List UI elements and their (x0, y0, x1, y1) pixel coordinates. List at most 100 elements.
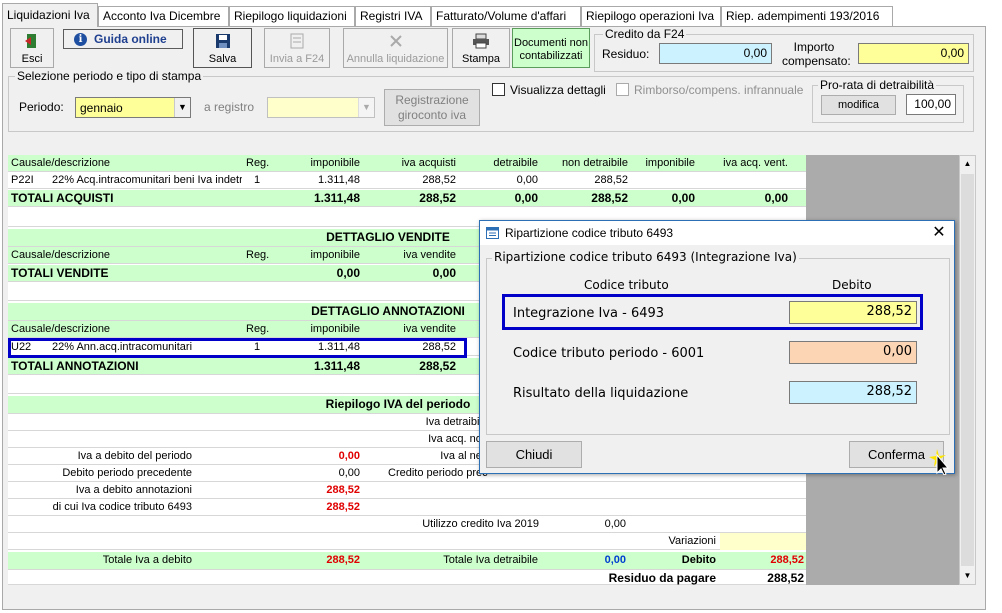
totali-acq-vent: 0,00 (764, 191, 788, 205)
tab-registri-iva[interactable]: Registri IVA (355, 6, 431, 27)
col-codice-tributo: Codice tributo (584, 278, 669, 292)
tab-acconto-iva[interactable]: Acconto Iva Dicembre (98, 6, 229, 27)
riep-iva-debito-value: 0,00 (338, 450, 360, 462)
annulla-label: Annulla liquidazione (346, 53, 445, 65)
row-periodo-label: Codice tributo periodo - 6001 (513, 346, 705, 361)
totali-acquisti-label: TOTALI ACQUISTI (11, 191, 114, 205)
prorata-field[interactable]: 100,00 (906, 94, 956, 115)
periodo-value: gennaio (80, 101, 123, 115)
totale-debito-value: 288,52 (326, 554, 360, 566)
riep-row: Variazioni (8, 533, 806, 550)
documenti-line2: contabilizzati (519, 50, 583, 62)
riep-iva-annot-label: Iva a debito annotazioni (75, 484, 192, 496)
modifica-button[interactable]: modifica (821, 95, 896, 115)
importo-compensato-field[interactable]: 0,00 (858, 43, 969, 64)
acq-desc: 22% Acq.intracomunitari beni Iva indetr. (52, 174, 242, 186)
scroll-down-arrow-icon[interactable]: ▼ (960, 568, 975, 584)
residuo-field[interactable]: 0,00 (659, 43, 772, 64)
riep-utilizzo-value: 0,00 (604, 518, 626, 530)
riep-debito-prec-value: 0,00 (338, 467, 360, 479)
acq-reg: 1 (254, 174, 261, 186)
salva-label: Salva (208, 53, 237, 65)
riep-credito-prec: Credito periodo precedente (388, 467, 488, 479)
risultato-debito-field[interactable]: 288,52 (789, 381, 917, 404)
acq-detraibile: 0,00 (516, 174, 538, 186)
col-imponibile: imponibile (310, 157, 360, 169)
grid-vertical-scrollbar[interactable]: ▲ ▼ (959, 155, 976, 585)
registro-label: a registro (204, 100, 255, 114)
col-imponibile-2: imponibile (645, 157, 695, 169)
salva-button[interactable]: Salva (193, 28, 252, 68)
esci-label: Esci (21, 53, 43, 65)
col-iva-acq-vent: iva acq. vent. (723, 157, 788, 169)
col-debito: Debito (832, 278, 872, 292)
col-iva-vendite: iva vendite (403, 323, 456, 335)
totale-detraibile-value: 0,00 (604, 554, 626, 566)
cancel-x-icon (389, 35, 402, 47)
riep-row: Utilizzo credito Iva 2019 0,00 (8, 516, 806, 533)
visualizza-dettagli-label: Visualizza dettagli (510, 83, 606, 97)
floppy-disk-icon (215, 34, 230, 48)
totale-detraibile-label: Totale Iva detraibile (443, 554, 538, 566)
totali-acquisti-row: TOTALI ACQUISTI 1.311,48 288,52 0,00 288… (8, 190, 806, 207)
grid-header-acquisti: Causale/descrizione Reg. imponibile iva … (8, 155, 806, 172)
printer-icon (473, 33, 489, 49)
chevron-down-icon[interactable]: ▼ (174, 98, 190, 117)
close-icon[interactable]: ✕ (924, 221, 954, 245)
dialog-title-bar: Ripartizione codice tributo 6493 ✕ (480, 221, 954, 245)
totali-acq-iva: 288,52 (419, 191, 456, 205)
stampa-button[interactable]: Stampa (452, 28, 510, 68)
col-causale: Causale/descrizione (11, 249, 111, 261)
exit-door-icon (25, 34, 36, 48)
col-causale: Causale/descrizione (11, 323, 111, 335)
documenti-non-contabilizzati-button[interactable]: Documenti non contabilizzati (512, 28, 590, 68)
visualizza-dettagli-checkbox[interactable] (492, 83, 505, 96)
tab-fatturato[interactable]: Fatturato/Volume d'affari (431, 6, 581, 27)
dialog-title: Ripartizione codice tributo 6493 (505, 226, 674, 240)
stampa-label: Stampa (462, 53, 500, 65)
riep-iva-al-netto: Iva al nett (440, 450, 488, 462)
giroconto-line2: giroconto iva (397, 108, 467, 122)
chevron-down-icon[interactable]: ▼ (358, 98, 374, 117)
periodo-label: Periodo: (19, 100, 64, 114)
invia-f24-button[interactable]: Invia a F24 (264, 28, 330, 68)
table-row-acquisto[interactable]: P22I 22% Acq.intracomunitari beni Iva in… (8, 172, 806, 189)
ripartizione-dialog: Ripartizione codice tributo 6493 ✕ Ripar… (479, 220, 955, 475)
scroll-thumb[interactable] (961, 174, 974, 566)
totali-acq-detraibile: 0,00 (514, 191, 538, 205)
tab-riepilogo-liquidazioni[interactable]: Riepilogo liquidazioni (229, 6, 355, 27)
debito-value: 288,52 (770, 554, 804, 566)
tab-liquidazioni-iva[interactable]: Liquidazioni Iva (2, 3, 98, 27)
row-risultato-label: Risultato della liquidazione (513, 386, 689, 401)
riep-row: di cui Iva codice tributo 6493 288,52 (8, 499, 806, 516)
totali-annotazioni-label: TOTALI ANNOTAZIONI (11, 359, 139, 373)
rimborso-checkbox[interactable] (616, 83, 629, 96)
dialog-group-title: Ripartizione codice tributo 6493 (Integr… (492, 250, 799, 264)
totali-vendite-label: TOTALI VENDITE (11, 266, 109, 280)
residuo-label: Residuo: (602, 47, 650, 61)
scroll-up-arrow-icon[interactable]: ▲ (960, 156, 975, 172)
variazioni-field[interactable] (720, 533, 806, 550)
tab-riep-adempimenti[interactable]: Riep. adempimenti 193/2016 (721, 6, 893, 27)
riep-row: Iva a debito annotazioni 288,52 (8, 482, 806, 499)
annulla-liquidazione-button[interactable]: Annulla liquidazione (343, 28, 448, 68)
totali-ann-iva: 288,52 (419, 359, 456, 373)
integrazione-debito-field[interactable]: 288,52 (789, 301, 917, 324)
totali-acq-imponibile: 1.311,48 (313, 191, 360, 205)
col-imponibile: imponibile (310, 249, 360, 261)
chiudi-button[interactable]: Chiudi (486, 441, 582, 468)
totali-vend-imponibile: 0,00 (336, 266, 360, 280)
window-icon (486, 227, 499, 239)
registro-select[interactable]: ▼ (267, 97, 375, 118)
registrazione-giroconto-button[interactable]: Registrazione giroconto iva (384, 89, 480, 126)
riep-iva-annot-value: 288,52 (326, 484, 360, 496)
totali-acq-non-detraibile: 288,52 (591, 191, 628, 205)
guida-online-button[interactable]: i Guida online (63, 29, 183, 49)
periodo-select[interactable]: gennaio ▼ (75, 97, 191, 118)
tab-bar: Liquidazioni Iva Acconto Iva Dicembre Ri… (0, 0, 1002, 27)
riep-iva-detraibile: Iva detraibile (425, 416, 488, 428)
tab-riepilogo-operazioni[interactable]: Riepilogo operazioni Iva (581, 6, 721, 27)
periodo-debito-field[interactable]: 0,00 (789, 341, 917, 364)
esci-button[interactable]: Esci (10, 28, 54, 68)
totali-vend-iva: 0,00 (432, 266, 456, 280)
